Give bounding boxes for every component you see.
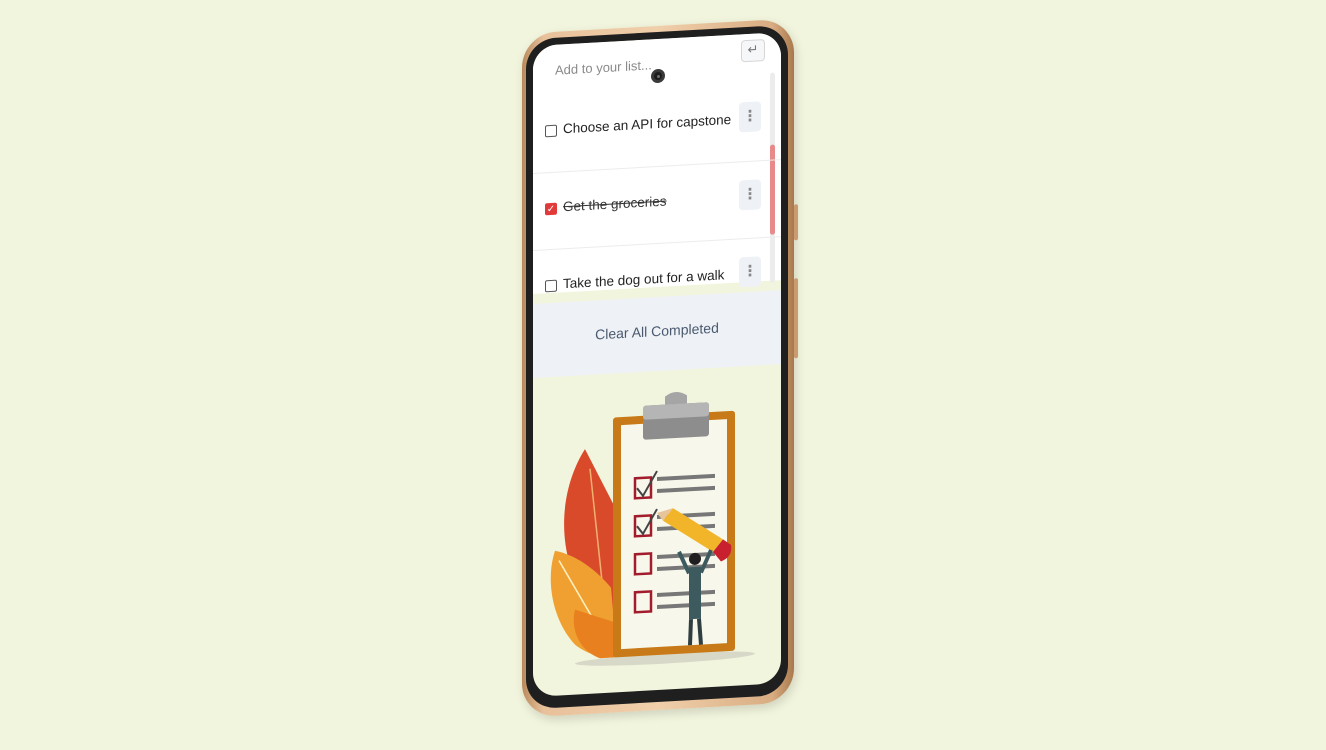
clear-all-completed-button[interactable]: Clear All Completed: [533, 316, 781, 346]
clear-completed-bar: Clear All Completed: [533, 290, 781, 378]
power-button: [794, 278, 798, 359]
background: Add to your list... ↵ Choose an API for …: [0, 0, 1326, 750]
more-vertical-icon[interactable]: ⋮: [739, 179, 761, 211]
enter-icon[interactable]: ↵: [741, 39, 765, 63]
add-todo-input[interactable]: Add to your list...: [555, 57, 652, 77]
clipboard-illustration: [550, 391, 755, 666]
todo-checkbox[interactable]: [545, 279, 557, 293]
todo-list: Choose an API for capstone ⋮ ✓ Get the g…: [533, 82, 781, 327]
more-vertical-icon[interactable]: ⋮: [739, 256, 761, 288]
phone-device: Add to your list... ↵ Choose an API for …: [522, 18, 798, 718]
phone-bezel: Add to your list... ↵ Choose an API for …: [526, 24, 788, 710]
volume-button: [794, 204, 798, 241]
todo-checkbox-checked[interactable]: ✓: [545, 202, 557, 216]
phone-screen: Add to your list... ↵ Choose an API for …: [533, 32, 781, 697]
leaves-decoration: [550, 449, 617, 659]
todo-label: Get the groceries: [563, 193, 667, 215]
todo-item: Choose an API for capstone ⋮: [533, 82, 781, 173]
todo-item: ✓ Get the groceries ⋮: [533, 159, 781, 250]
more-vertical-icon[interactable]: ⋮: [739, 101, 761, 133]
todo-checkbox[interactable]: [545, 124, 557, 138]
todo-label: Take the dog out for a walk: [563, 267, 725, 292]
todo-label: Choose an API for capstone: [563, 111, 732, 137]
